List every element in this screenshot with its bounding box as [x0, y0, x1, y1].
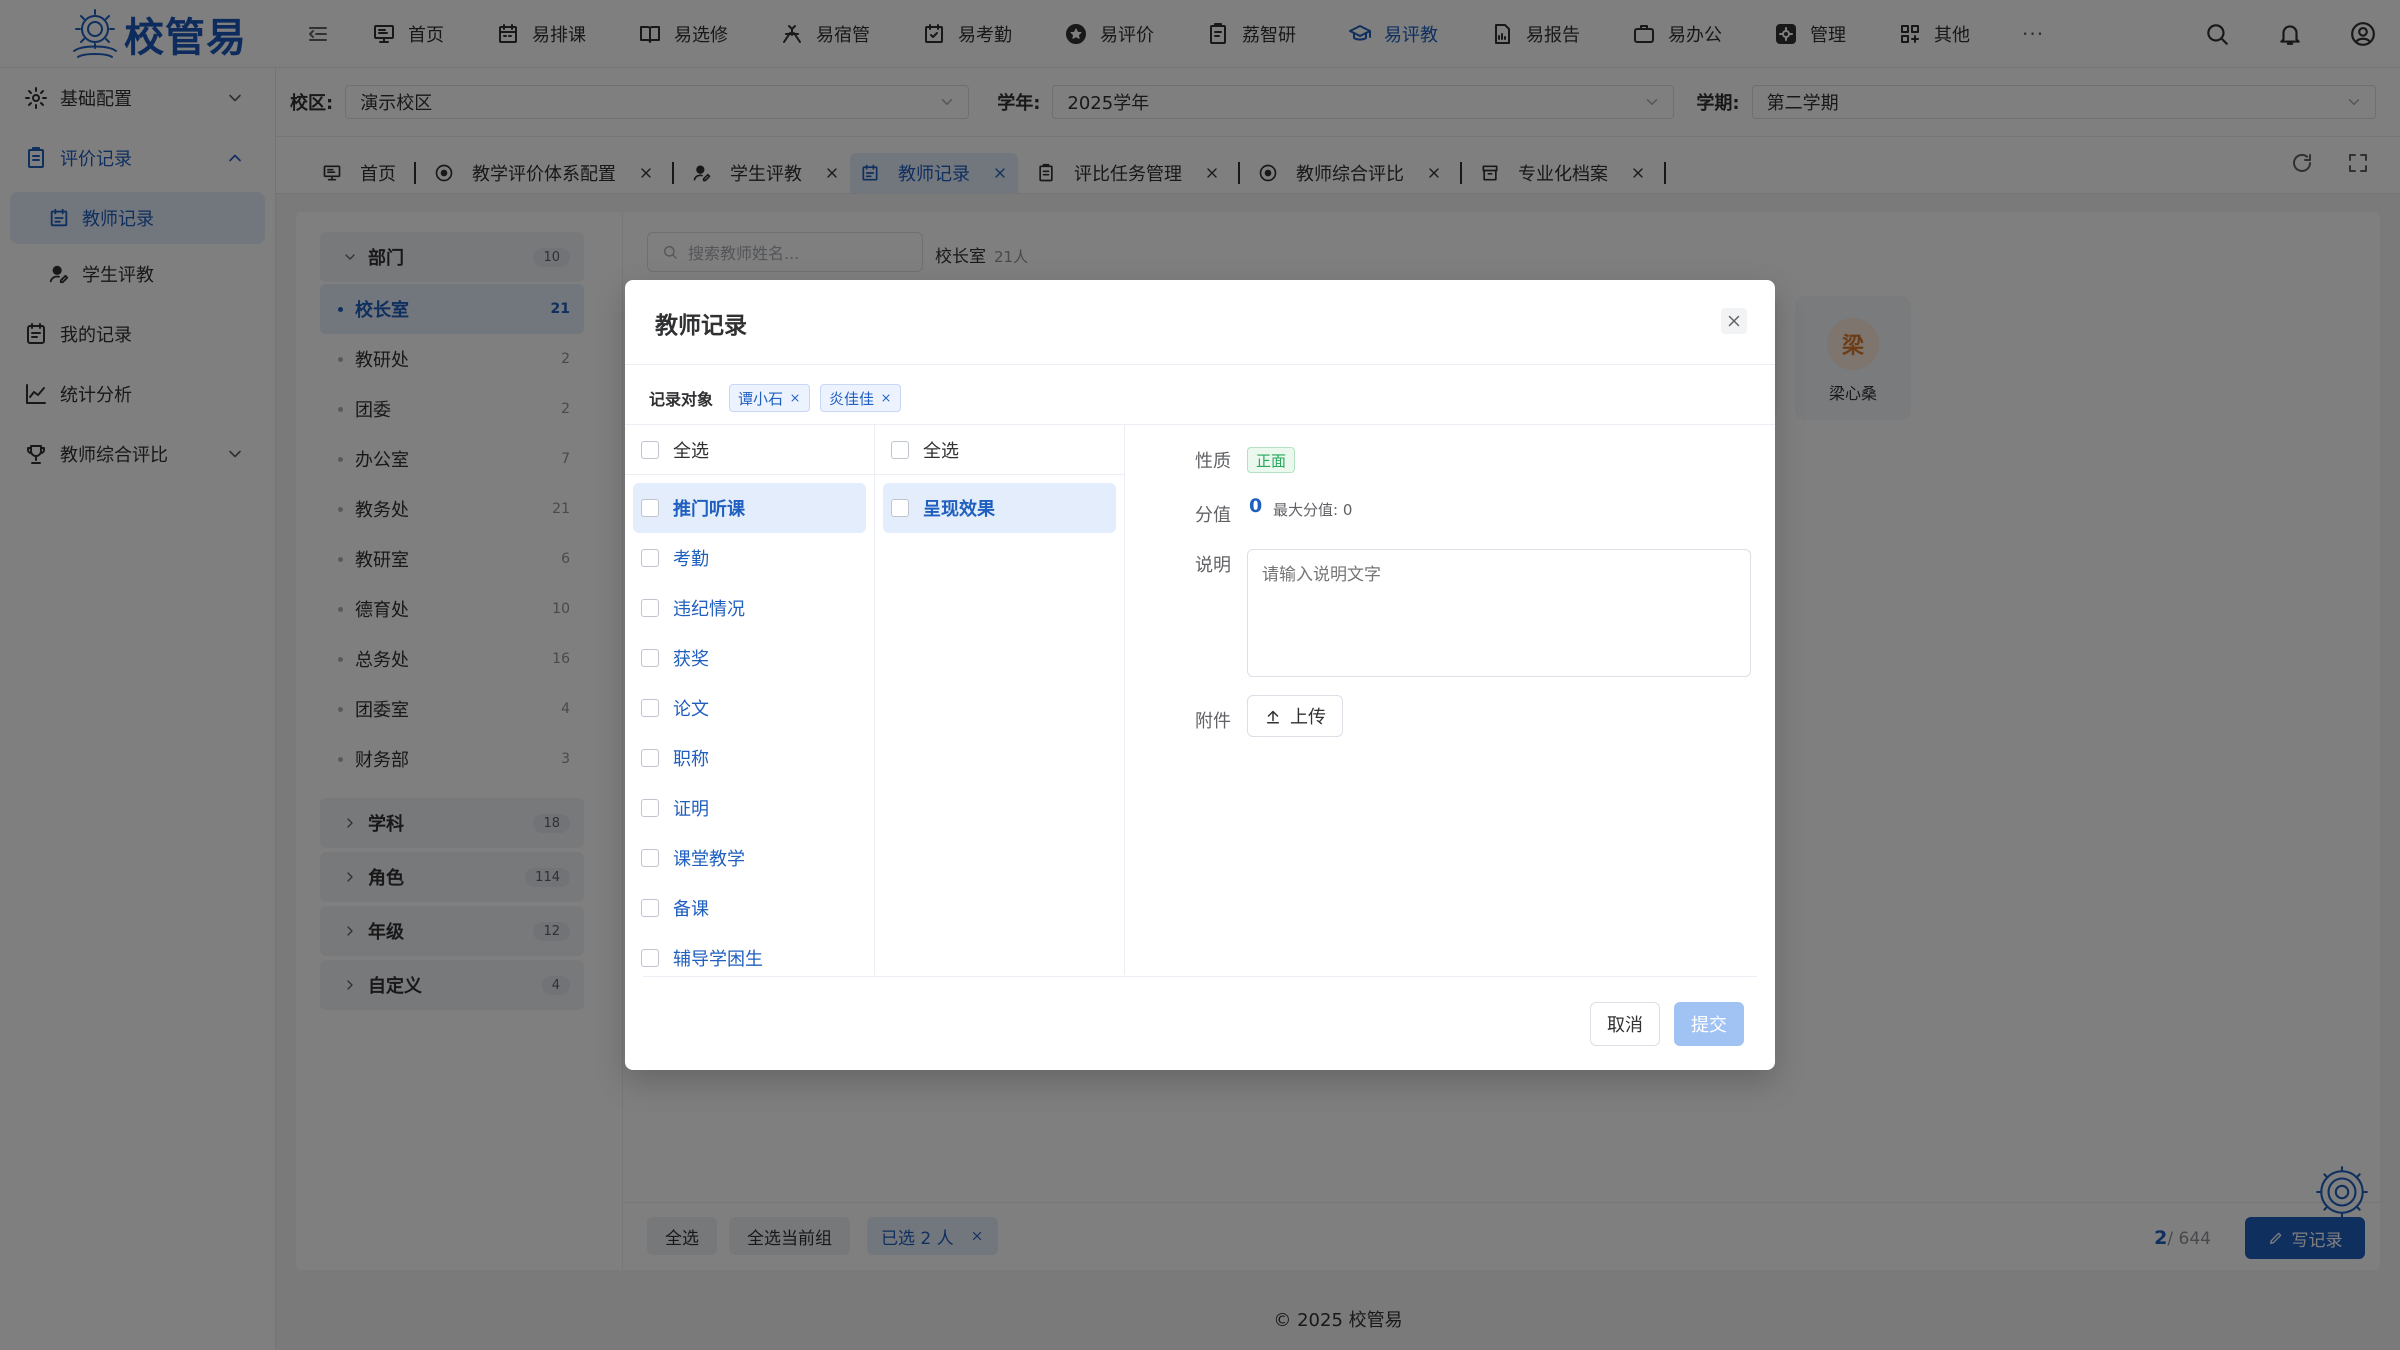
- submit-button[interactable]: 提交: [1674, 1002, 1744, 1046]
- category-option[interactable]: 推门听课: [633, 483, 866, 533]
- close-icon[interactable]: [789, 392, 801, 404]
- score-value[interactable]: 0: [1249, 495, 1262, 517]
- option-label: 违纪情况: [673, 599, 745, 620]
- category-select-all[interactable]: 全选: [625, 425, 874, 475]
- category-option[interactable]: 职称: [625, 733, 874, 783]
- close-icon[interactable]: [1721, 308, 1747, 334]
- option-label: 职称: [673, 749, 709, 770]
- option-label: 论文: [673, 699, 709, 720]
- dialog-title: 教师记录: [655, 313, 747, 339]
- item-select-all[interactable]: 全选: [875, 425, 1124, 475]
- record-target-row: 记录对象 谭小石 炎佳佳: [649, 380, 911, 416]
- checkbox[interactable]: [641, 799, 659, 817]
- checkbox[interactable]: [641, 699, 659, 717]
- cancel-button[interactable]: 取消: [1590, 1002, 1660, 1046]
- option-label: 呈现效果: [923, 499, 995, 520]
- option-label: 考勤: [673, 549, 709, 570]
- checkbox[interactable]: [891, 499, 909, 517]
- checkbox[interactable]: [641, 649, 659, 667]
- record-target-label: 记录对象: [649, 390, 714, 409]
- option-label: 获奖: [673, 649, 709, 670]
- checkbox[interactable]: [641, 599, 659, 617]
- checkbox[interactable]: [641, 499, 659, 517]
- checkbox[interactable]: [641, 949, 659, 967]
- upload-button[interactable]: 上传: [1247, 695, 1343, 737]
- attachment-label: 附件: [1195, 711, 1231, 732]
- record-detail-form: 性质 正面 分值 0 最大分值: 0 说明 附件 上传: [1125, 425, 1775, 975]
- category-option[interactable]: 获奖: [625, 633, 874, 683]
- option-label: 推门听课: [673, 499, 745, 520]
- category-option[interactable]: 论文: [625, 683, 874, 733]
- category-option[interactable]: 证明: [625, 783, 874, 833]
- description-textarea[interactable]: [1247, 549, 1751, 677]
- option-label: 证明: [673, 799, 709, 820]
- checkbox[interactable]: [641, 849, 659, 867]
- checkbox[interactable]: [641, 440, 659, 459]
- close-icon[interactable]: [880, 392, 892, 404]
- category-option[interactable]: 考勤: [625, 533, 874, 583]
- target-chip: 谭小石: [729, 384, 811, 412]
- teacher-record-dialog: 教师记录 记录对象 谭小石 炎佳佳 全选 推门听课考勤违纪情况获奖论文职称证明课…: [625, 280, 1775, 1070]
- category-column: 全选 推门听课考勤违纪情况获奖论文职称证明课堂教学备课辅导学困生: [625, 425, 875, 975]
- nature-tag[interactable]: 正面: [1247, 447, 1296, 473]
- upload-label: 上传: [1290, 707, 1326, 728]
- select-all-label: 全选: [923, 440, 959, 462]
- category-option[interactable]: 课堂教学: [625, 833, 874, 883]
- category-list: 推门听课考勤违纪情况获奖论文职称证明课堂教学备课辅导学困生: [625, 475, 874, 975]
- score-label: 分值: [1195, 505, 1231, 526]
- target-name: 谭小石: [738, 389, 784, 408]
- checkbox[interactable]: [641, 549, 659, 567]
- category-option[interactable]: 辅导学困生: [625, 933, 874, 975]
- description-label: 说明: [1195, 555, 1231, 576]
- item-option[interactable]: 呈现效果: [883, 483, 1116, 533]
- category-option[interactable]: 备课: [625, 883, 874, 933]
- option-label: 备课: [673, 899, 709, 920]
- checkbox[interactable]: [641, 899, 659, 917]
- upload-icon: [1264, 707, 1282, 725]
- item-column: 全选 呈现效果: [875, 425, 1125, 975]
- item-list: 呈现效果: [875, 475, 1124, 533]
- divider: [625, 364, 1775, 365]
- option-label: 辅导学困生: [673, 949, 763, 970]
- select-all-label: 全选: [673, 440, 709, 462]
- target-chip: 炎佳佳: [820, 384, 902, 412]
- score-max: 最大分值: 0: [1273, 501, 1353, 519]
- divider: [643, 976, 1757, 977]
- checkbox[interactable]: [641, 749, 659, 767]
- target-name: 炎佳佳: [829, 389, 875, 408]
- option-label: 课堂教学: [673, 849, 745, 870]
- checkbox[interactable]: [891, 440, 909, 459]
- nature-label: 性质: [1195, 451, 1231, 472]
- category-option[interactable]: 违纪情况: [625, 583, 874, 633]
